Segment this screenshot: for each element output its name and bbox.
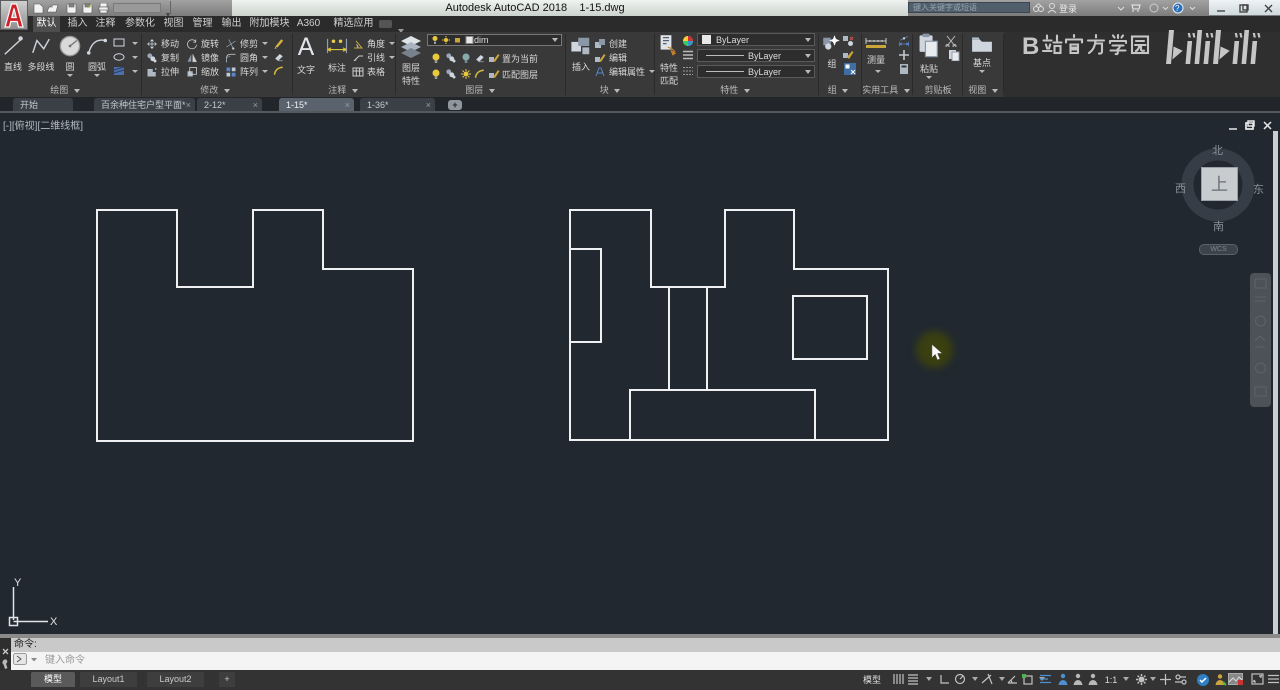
svg-text:?: ? (1175, 4, 1180, 13)
svg-text:登录: 登录 (1059, 4, 1077, 14)
svg-text:Y: Y (14, 577, 22, 589)
svg-text:A: A (298, 34, 315, 60)
svg-text:X: X (50, 616, 58, 628)
svg-text:B: B (1022, 33, 1039, 59)
